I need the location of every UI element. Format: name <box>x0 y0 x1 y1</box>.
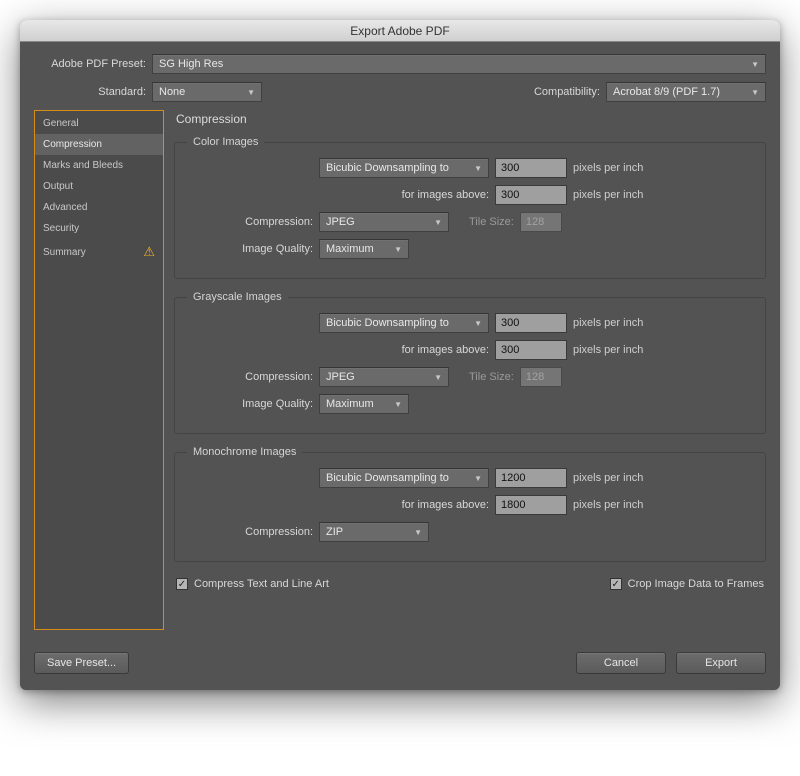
color-tile-input: 128 <box>520 212 562 232</box>
compat-value: Acrobat 8/9 (PDF 1.7) <box>613 86 720 98</box>
chevron-down-icon: ▼ <box>474 319 482 328</box>
compat-select[interactable]: Acrobat 8/9 (PDF 1.7) ▼ <box>606 82 766 102</box>
ppi-unit: pixels per inch <box>573 189 643 201</box>
chevron-down-icon: ▼ <box>394 245 402 254</box>
mono-ppi-input[interactable]: 1200 <box>495 468 567 488</box>
sidebar-item-summary[interactable]: Summary ⚠ <box>35 239 163 265</box>
image-quality-label: Image Quality: <box>187 398 313 410</box>
monochrome-images-group: Monochrome Images Bicubic Downsampling t… <box>174 446 766 562</box>
color-images-group: Color Images Bicubic Downsampling to▼ 30… <box>174 136 766 279</box>
gray-compression-select[interactable]: JPEG▼ <box>319 367 449 387</box>
mono-above-input[interactable]: 1800 <box>495 495 567 515</box>
sidebar-item-output[interactable]: Output <box>35 176 163 197</box>
gray-downsample-select[interactable]: Bicubic Downsampling to▼ <box>319 313 489 333</box>
color-downsample-select[interactable]: Bicubic Downsampling to▼ <box>319 158 489 178</box>
color-compression-select[interactable]: JPEG▼ <box>319 212 449 232</box>
crop-image-checkbox[interactable]: ✓ Crop Image Data to Frames <box>610 578 764 590</box>
for-images-above-label: for images above: <box>319 344 489 356</box>
preset-select[interactable]: SG High Res ▼ <box>152 54 766 74</box>
gray-tile-input: 128 <box>520 367 562 387</box>
mono-compression-select[interactable]: ZIP▼ <box>319 522 429 542</box>
mono-downsample-select[interactable]: Bicubic Downsampling to▼ <box>319 468 489 488</box>
chevron-down-icon: ▼ <box>474 474 482 483</box>
grayscale-images-group: Grayscale Images Bicubic Downsampling to… <box>174 291 766 434</box>
compress-text-checkbox[interactable]: ✓ Compress Text and Line Art <box>176 578 329 590</box>
export-button[interactable]: Export <box>676 652 766 674</box>
compression-label: Compression: <box>187 526 313 538</box>
ppi-unit: pixels per inch <box>573 162 643 174</box>
gray-above-input[interactable]: 300 <box>495 340 567 360</box>
chevron-down-icon: ▼ <box>414 528 422 537</box>
gray-quality-select[interactable]: Maximum▼ <box>319 394 409 414</box>
ppi-unit: pixels per inch <box>573 344 643 356</box>
ppi-unit: pixels per inch <box>573 499 643 511</box>
for-images-above-label: for images above: <box>319 189 489 201</box>
preset-label: Adobe PDF Preset: <box>34 58 152 70</box>
mono-legend: Monochrome Images <box>187 446 302 458</box>
standard-select[interactable]: None ▼ <box>152 82 262 102</box>
color-above-input[interactable]: 300 <box>495 185 567 205</box>
crop-image-label: Crop Image Data to Frames <box>628 578 764 590</box>
tile-size-label: Tile Size: <box>469 216 514 228</box>
chevron-down-icon: ▼ <box>751 88 759 97</box>
standard-label: Standard: <box>34 86 152 98</box>
image-quality-label: Image Quality: <box>187 243 313 255</box>
gray-ppi-input[interactable]: 300 <box>495 313 567 333</box>
category-sidebar: General Compression Marks and Bleeds Out… <box>34 110 164 630</box>
compression-label: Compression: <box>187 216 313 228</box>
cancel-button[interactable]: Cancel <box>576 652 666 674</box>
gray-legend: Grayscale Images <box>187 291 288 303</box>
chevron-down-icon: ▼ <box>751 60 759 69</box>
export-pdf-dialog: Export Adobe PDF Adobe PDF Preset: SG Hi… <box>20 20 780 690</box>
standard-value: None <box>159 86 185 98</box>
compress-text-label: Compress Text and Line Art <box>194 578 329 590</box>
compat-label: Compatibility: <box>534 86 606 98</box>
sidebar-item-compression[interactable]: Compression <box>35 134 163 155</box>
chevron-down-icon: ▼ <box>434 373 442 382</box>
chevron-down-icon: ▼ <box>394 400 402 409</box>
chevron-down-icon: ▼ <box>434 218 442 227</box>
panel-title: Compression <box>176 112 766 126</box>
chevron-down-icon: ▼ <box>247 88 255 97</box>
warning-icon: ⚠ <box>143 244 155 260</box>
sidebar-item-advanced[interactable]: Advanced <box>35 197 163 218</box>
checkmark-icon: ✓ <box>610 578 622 590</box>
tile-size-label: Tile Size: <box>469 371 514 383</box>
ppi-unit: pixels per inch <box>573 472 643 484</box>
sidebar-item-general[interactable]: General <box>35 113 163 134</box>
for-images-above-label: for images above: <box>319 499 489 511</box>
window-title: Export Adobe PDF <box>20 20 780 42</box>
save-preset-button[interactable]: Save Preset... <box>34 652 129 674</box>
checkmark-icon: ✓ <box>176 578 188 590</box>
chevron-down-icon: ▼ <box>474 164 482 173</box>
sidebar-item-security[interactable]: Security <box>35 218 163 239</box>
ppi-unit: pixels per inch <box>573 317 643 329</box>
compression-label: Compression: <box>187 371 313 383</box>
sidebar-item-marks-bleeds[interactable]: Marks and Bleeds <box>35 155 163 176</box>
color-quality-select[interactable]: Maximum▼ <box>319 239 409 259</box>
preset-value: SG High Res <box>159 58 223 70</box>
color-ppi-input[interactable]: 300 <box>495 158 567 178</box>
color-legend: Color Images <box>187 136 264 148</box>
